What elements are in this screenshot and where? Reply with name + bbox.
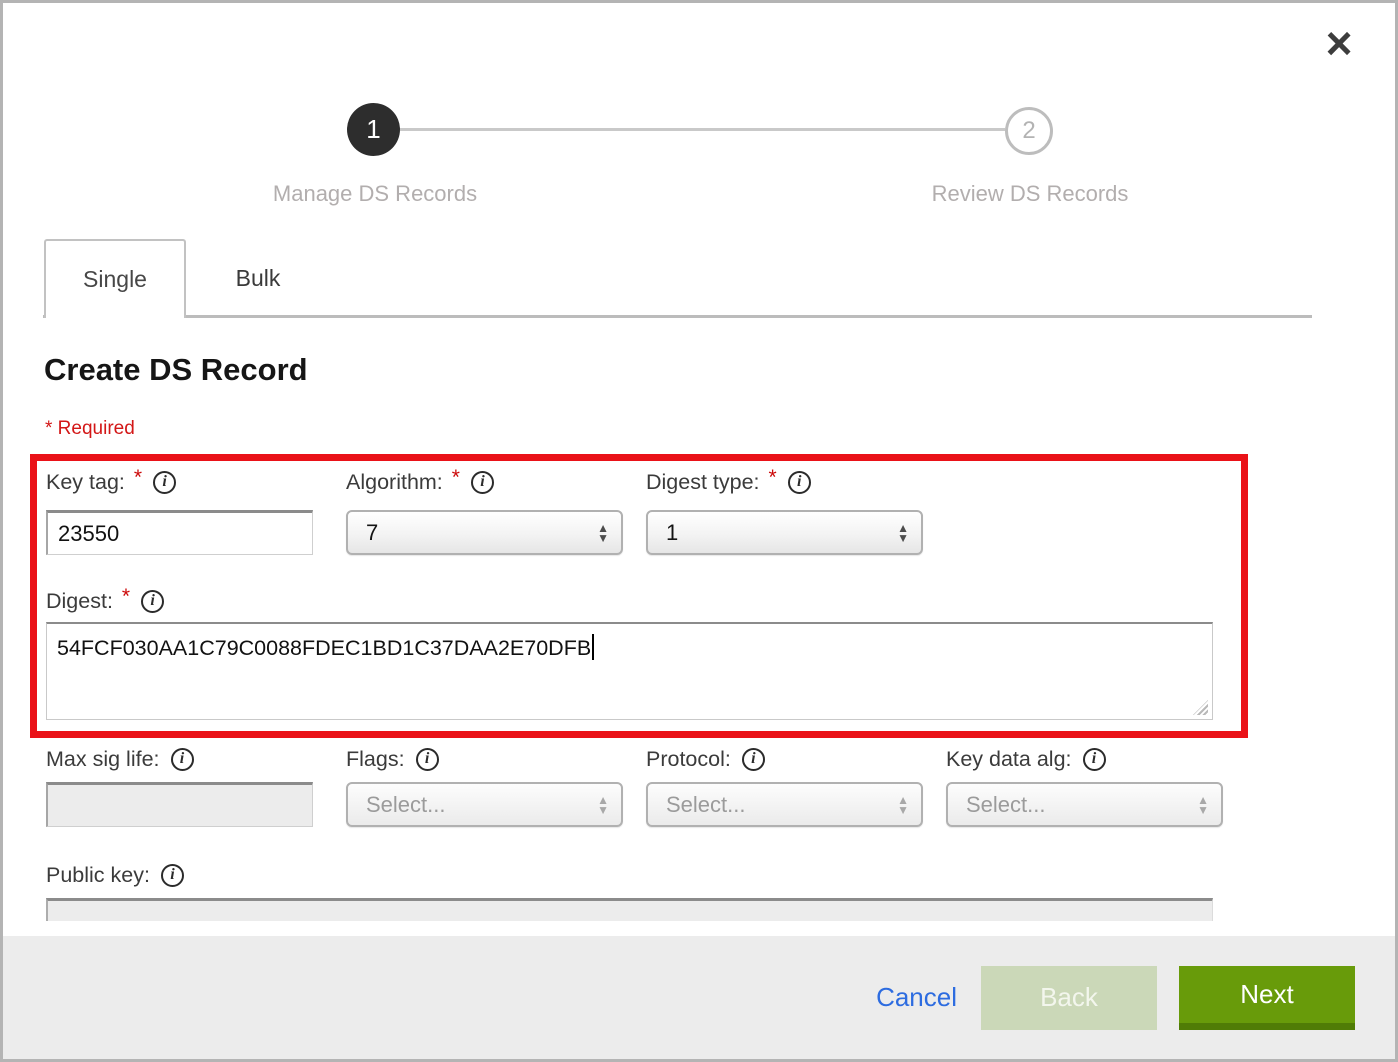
resize-handle-icon[interactable] [1193, 700, 1208, 715]
digest-label: Digest: [46, 589, 113, 614]
flags-label: Flags: [346, 747, 405, 772]
spinner-down-icon: ▼ [1197, 805, 1209, 815]
modal-footer: Cancel Back Next [3, 936, 1395, 1059]
spinner-arrows-icon: ▲ ▼ [597, 523, 609, 543]
close-icon[interactable]: × [1313, 17, 1365, 69]
key-tag-required-star: * [134, 466, 142, 490]
public-key-label-row: Public key: i [46, 860, 184, 890]
stepper-label-review-ds-records: Review DS Records [870, 181, 1190, 207]
digest-type-select[interactable]: 1 ▲ ▼ [646, 510, 923, 555]
digest-type-label: Digest type: [646, 470, 760, 495]
required-note: * Required [45, 418, 135, 440]
algorithm-info-icon[interactable]: i [471, 471, 494, 494]
key-data-alg-info-icon[interactable]: i [1083, 748, 1106, 771]
spinner-down-icon: ▼ [597, 533, 609, 543]
protocol-select-value: Select... [666, 792, 745, 818]
back-button[interactable]: Back [981, 966, 1157, 1030]
spinner-down-icon: ▼ [897, 533, 909, 543]
cancel-button[interactable]: Cancel [876, 982, 957, 1013]
max-sig-life-label-row: Max sig life: i [46, 744, 194, 774]
digest-info-icon[interactable]: i [141, 590, 164, 613]
spinner-arrows-icon: ▲ ▼ [897, 795, 909, 815]
max-sig-life-input[interactable] [46, 782, 313, 827]
protocol-info-icon[interactable]: i [742, 748, 765, 771]
flags-info-icon[interactable]: i [416, 748, 439, 771]
flags-select-value: Select... [366, 792, 445, 818]
digest-required-star: * [122, 585, 130, 609]
create-ds-record-modal: × 1 2 Manage DS Records Review DS Record… [0, 0, 1398, 1062]
key-tag-info-icon[interactable]: i [153, 471, 176, 494]
flags-label-row: Flags: i [346, 744, 439, 774]
tab-single[interactable]: Single [44, 239, 186, 318]
spinner-arrows-icon: ▲ ▼ [1197, 795, 1209, 815]
stepper-connector-line [400, 128, 1005, 131]
flags-select[interactable]: Select... ▲ ▼ [346, 782, 623, 827]
public-key-info-icon[interactable]: i [161, 864, 184, 887]
key-tag-label: Key tag: [46, 470, 125, 495]
algorithm-required-star: * [452, 466, 460, 490]
algorithm-label-row: Algorithm: * i [346, 467, 494, 497]
digest-type-info-icon[interactable]: i [788, 471, 811, 494]
spinner-arrows-icon: ▲ ▼ [897, 523, 909, 543]
key-data-alg-label-row: Key data alg: i [946, 744, 1106, 774]
protocol-label-row: Protocol: i [646, 744, 765, 774]
protocol-select[interactable]: Select... ▲ ▼ [646, 782, 923, 827]
key-data-alg-select[interactable]: Select... ▲ ▼ [946, 782, 1223, 827]
spinner-arrows-icon: ▲ ▼ [597, 795, 609, 815]
digest-type-select-value: 1 [666, 520, 678, 546]
digest-value: 54FCF030AA1C79C0088FDEC1BD1C37DAA2E70DFB [57, 636, 591, 660]
digest-textarea[interactable]: 54FCF030AA1C79C0088FDEC1BD1C37DAA2E70DFB [46, 622, 1213, 720]
stepper-label-manage-ds-records: Manage DS Records [215, 181, 535, 207]
next-button[interactable]: Next [1179, 966, 1355, 1030]
stepper-step-2: 2 [1005, 107, 1053, 155]
text-cursor [592, 634, 594, 660]
page-title: Create DS Record [44, 352, 308, 388]
stepper-step-1: 1 [347, 103, 400, 156]
key-tag-label-row: Key tag: * i [46, 467, 176, 497]
tab-bulk[interactable]: Bulk [188, 239, 328, 318]
spinner-down-icon: ▼ [897, 805, 909, 815]
key-tag-input[interactable] [46, 510, 313, 555]
algorithm-select-value: 7 [366, 520, 378, 546]
max-sig-life-info-icon[interactable]: i [171, 748, 194, 771]
public-key-label: Public key: [46, 863, 150, 888]
digest-type-label-row: Digest type: * i [646, 467, 811, 497]
algorithm-select[interactable]: 7 ▲ ▼ [346, 510, 623, 555]
key-data-alg-select-value: Select... [966, 792, 1045, 818]
max-sig-life-label: Max sig life: [46, 747, 160, 772]
protocol-label: Protocol: [646, 747, 731, 772]
digest-type-required-star: * [769, 466, 777, 490]
algorithm-label: Algorithm: [346, 470, 443, 495]
spinner-down-icon: ▼ [597, 805, 609, 815]
key-data-alg-label: Key data alg: [946, 747, 1072, 772]
public-key-textarea[interactable] [46, 898, 1213, 921]
digest-label-row: Digest: * i [46, 586, 164, 616]
